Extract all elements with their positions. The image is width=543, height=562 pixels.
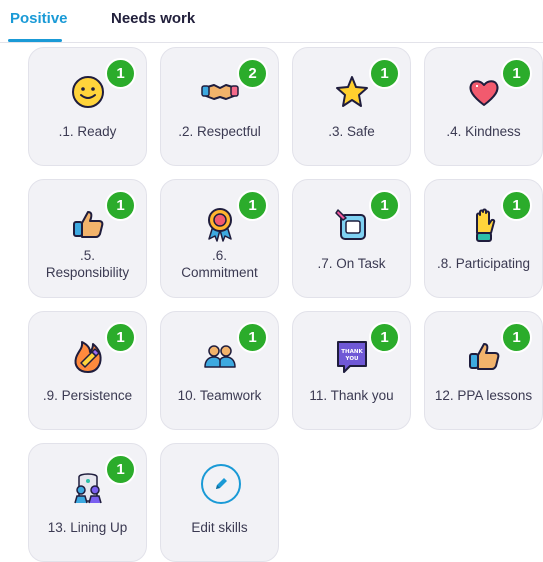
skill-label: 11. Thank you xyxy=(309,388,394,403)
award-ribbon-icon xyxy=(207,208,232,242)
skill-label: .9. Persistence xyxy=(42,388,133,403)
skill-label: .8. Participating xyxy=(436,256,531,271)
skill-label: .2. Respectful xyxy=(178,124,261,139)
skill-label: .7. On Task xyxy=(317,256,386,271)
pencil-flame-icon xyxy=(74,341,102,373)
count-badge: 1 xyxy=(369,322,400,353)
thank-you-sign-icon: THANK YOU xyxy=(336,341,367,373)
count-badge: 2 xyxy=(237,58,268,89)
skill-label: .3. Safe xyxy=(328,124,375,139)
thumbs-up-icon xyxy=(468,343,499,370)
raised-hand-icon xyxy=(475,208,495,242)
skill-label: 13. Lining Up xyxy=(47,520,128,535)
count-badge: 1 xyxy=(105,190,136,221)
skill-label-line: .6. xyxy=(211,248,227,263)
thumbs-up-icon xyxy=(72,211,103,238)
teamwork-icon xyxy=(203,345,236,368)
task-pencil-icon xyxy=(334,209,366,240)
edit-skills-label: Edit skills xyxy=(191,520,248,535)
skill-card-safe[interactable]: .3. Safe 1 xyxy=(292,47,411,166)
edit-circle xyxy=(200,464,241,504)
skill-card-lining-up[interactable]: 13. Lining Up 1 xyxy=(28,443,147,562)
smiley-face-icon xyxy=(71,76,104,108)
count-badge: 1 xyxy=(105,322,136,353)
skill-label: .5. Responsibility xyxy=(33,247,142,281)
active-tab-indicator xyxy=(8,39,62,42)
skill-card-on-task[interactable]: .7. On Task 1 xyxy=(292,179,411,298)
skill-label: .6. Commitment xyxy=(165,247,274,281)
skill-card-participating[interactable]: .8. Participating 1 xyxy=(424,179,543,298)
skill-card-respectful[interactable]: .2. Respectful 2 xyxy=(160,47,279,166)
edit-skills-button[interactable]: Edit skills xyxy=(160,443,279,562)
handshake-icon xyxy=(200,84,239,100)
count-badge: 1 xyxy=(501,322,532,353)
count-badge: 1 xyxy=(501,190,532,221)
count-badge: 1 xyxy=(369,190,400,221)
skill-card-ppa-lessons[interactable]: 12. PPA lessons 1 xyxy=(424,311,543,430)
thank-you-sign-text: YOU xyxy=(344,356,358,362)
count-badge: 1 xyxy=(237,322,268,353)
skill-label-line: Commitment xyxy=(181,265,258,280)
tab-bar: Positive Needs work xyxy=(0,0,543,43)
skill-card-thank-you[interactable]: THANK YOU 11. Thank you 1 xyxy=(292,311,411,430)
count-badge: 1 xyxy=(105,454,136,485)
skill-label: 12. PPA lessons xyxy=(434,388,533,403)
skill-label: 10. Teamwork xyxy=(177,388,262,403)
star-icon xyxy=(335,76,368,107)
count-badge: 1 xyxy=(237,190,268,221)
skill-label: .4. Kindness xyxy=(446,124,521,139)
skill-card-responsibility[interactable]: .5. Responsibility 1 xyxy=(28,179,147,298)
skill-card-persistence[interactable]: .9. Persistence 1 xyxy=(28,311,147,430)
skill-label-line: .5. xyxy=(79,248,95,263)
count-badge: 1 xyxy=(105,58,136,89)
lining-up-icon xyxy=(73,473,102,504)
tab-positive[interactable]: Positive xyxy=(10,10,68,27)
skill-card-teamwork[interactable]: 10. Teamwork 1 xyxy=(160,311,279,430)
thank-you-sign-text: THANK xyxy=(341,349,363,355)
skill-label-line: Responsibility xyxy=(45,265,130,280)
skill-card-ready[interactable]: .1. Ready 1 xyxy=(28,47,147,166)
skill-card-commitment[interactable]: .6. Commitment 1 xyxy=(160,179,279,298)
count-badge: 1 xyxy=(501,58,532,89)
tab-needs-work[interactable]: Needs work xyxy=(111,10,195,27)
skill-label: .1. Ready xyxy=(58,124,117,139)
pencil-icon xyxy=(215,478,227,489)
skill-card-kindness[interactable]: .4. Kindness 1 xyxy=(424,47,543,166)
heart-icon xyxy=(468,80,499,106)
count-badge: 1 xyxy=(369,58,400,89)
